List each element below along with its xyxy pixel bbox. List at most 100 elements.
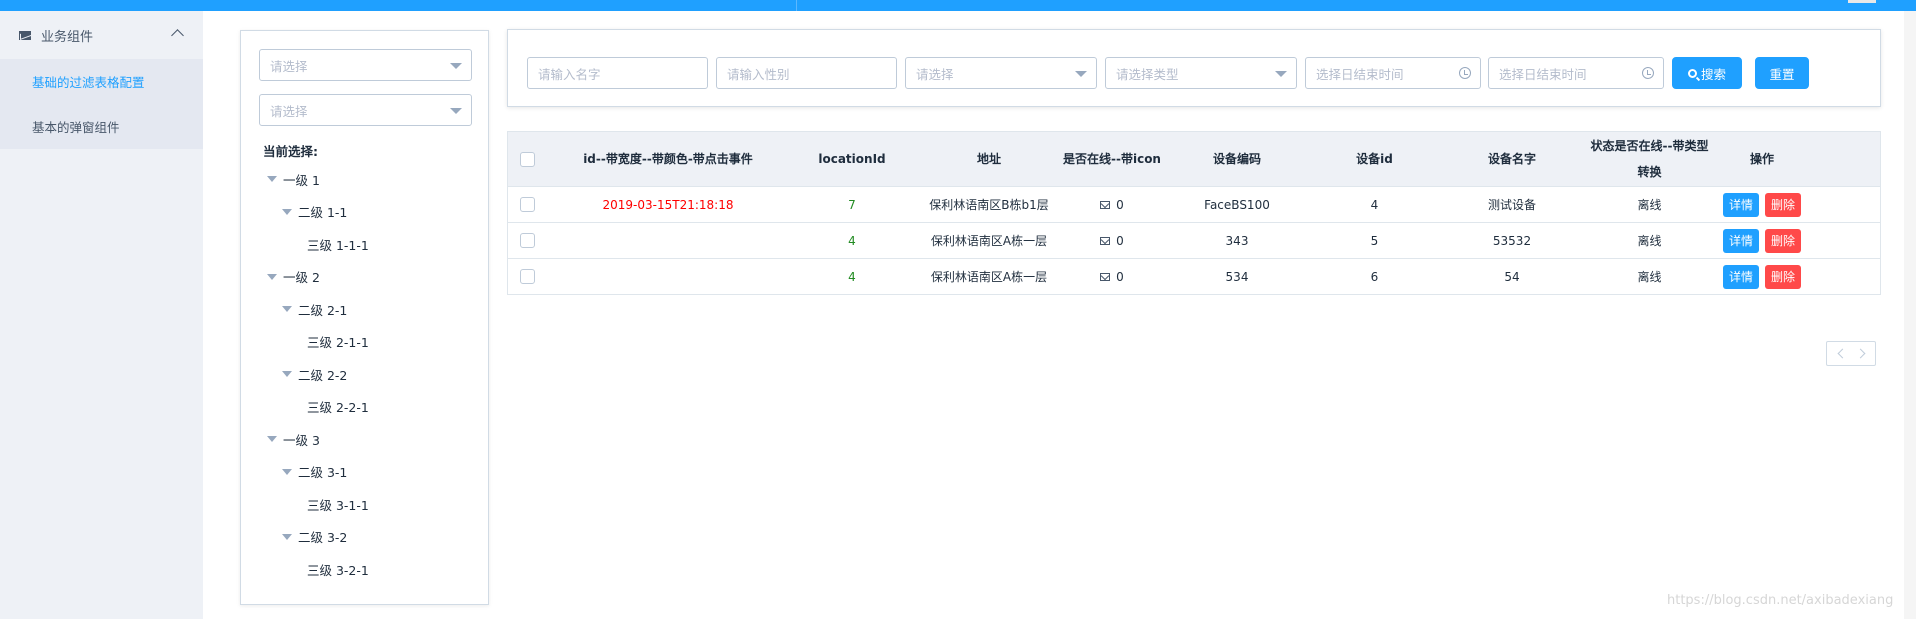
cell-location-id: 4 xyxy=(848,233,856,248)
detail-button[interactable]: 详情 xyxy=(1722,228,1759,253)
caret-down-icon[interactable] xyxy=(282,533,292,540)
row-checkbox[interactable] xyxy=(520,233,535,248)
tree-node[interactable]: 一级 1 xyxy=(263,163,369,196)
tree: 一级 1 二级 1-1 三级 1-1-1 一级 2 二级 2-1 三级 2-1-… xyxy=(263,163,369,586)
row-select-cell xyxy=(508,259,548,294)
reset-button[interactable]: 重置 xyxy=(1755,57,1809,89)
cell-online: 0 xyxy=(1062,187,1162,222)
tree-node-label: 二级 2-2 xyxy=(298,367,348,383)
caret-down-icon[interactable] xyxy=(282,468,292,475)
cell-device-id: 5 xyxy=(1370,233,1379,248)
chevron-right-icon[interactable] xyxy=(1855,348,1865,359)
cell-code: FaceBS100 xyxy=(1204,197,1270,212)
caret-down-icon[interactable] xyxy=(282,208,292,215)
row-checkbox[interactable] xyxy=(520,269,535,284)
cell-id[interactable]: 2019-03-15T21:18:18 xyxy=(548,187,788,222)
header-address[interactable]: 地址 xyxy=(916,132,1062,186)
cell-code: 534 xyxy=(1225,269,1249,284)
cell-id[interactable] xyxy=(548,223,788,258)
header-location-id[interactable]: locationId xyxy=(788,132,916,186)
tree-node[interactable]: 一级 3 xyxy=(263,423,369,456)
cell-online: 0 xyxy=(1062,223,1162,258)
sidebar-item-filter-table[interactable]: 基础的过滤表格配置 xyxy=(0,59,203,104)
tree-node-label: 一级 2 xyxy=(283,270,320,286)
tree-select-1[interactable]: 请选择 xyxy=(259,49,472,81)
tree-node-label: 一级 1 xyxy=(283,172,320,188)
table-row[interactable]: 4 保利林语南区A栋一层 0 534 6 54 离线 详情 删除 xyxy=(508,259,1880,295)
cell-id[interactable] xyxy=(548,259,788,294)
tree-node[interactable]: 二级 1-1 xyxy=(263,196,369,229)
row-checkbox[interactable] xyxy=(520,197,535,212)
caret-down-icon[interactable] xyxy=(267,273,277,280)
sidebar-group-header[interactable]: 业务组件 xyxy=(0,11,203,59)
caret-down-icon xyxy=(450,63,462,69)
header-id[interactable]: id--带宽度--带颜色-带点击事件 xyxy=(548,132,788,186)
tree-node[interactable]: 二级 2-1 xyxy=(263,293,369,326)
tree-node-label: 二级 2-1 xyxy=(298,302,348,318)
search-button[interactable]: 搜索 xyxy=(1672,57,1742,89)
tree-node[interactable]: 三级 2-1-1 xyxy=(263,326,369,359)
end-date-picker-1[interactable]: 选择日结束时间 xyxy=(1305,57,1481,89)
cell-actions: 详情 删除 xyxy=(1712,187,1812,222)
caret-down-icon[interactable] xyxy=(267,176,277,183)
end-date-picker-2[interactable]: 选择日结束时间 xyxy=(1488,57,1664,89)
tree-node[interactable]: 二级 3-1 xyxy=(263,456,369,489)
sidebar-submenu: 基础的过滤表格配置 基本的弹窗组件 xyxy=(0,59,203,149)
cell-online: 0 xyxy=(1062,259,1162,294)
mail-icon xyxy=(1100,200,1111,209)
tree-node[interactable]: 二级 3-2 xyxy=(263,521,369,554)
tree-select-1-placeholder: 请选择 xyxy=(270,58,308,74)
device-table: id--带宽度--带颜色-带点击事件 locationId 地址 是否在线--带… xyxy=(507,131,1881,295)
sidebar-item-dialog[interactable]: 基本的弹窗组件 xyxy=(0,104,203,149)
cell-code: 343 xyxy=(1225,233,1249,248)
tree-node[interactable]: 三级 2-2-1 xyxy=(263,391,369,424)
tree-node[interactable]: 二级 2-2 xyxy=(263,358,369,391)
select-all-checkbox[interactable] xyxy=(520,151,535,167)
tree-select-2[interactable]: 请选择 xyxy=(259,94,472,126)
row-select-cell xyxy=(508,187,548,222)
filter-bar: 请输入名字 请输入性别 请选择 请选择类型 选择日结束时间 选择日结束时间 搜索… xyxy=(507,29,1881,107)
table-header: id--带宽度--带颜色-带点击事件 locationId 地址 是否在线--带… xyxy=(508,132,1880,187)
header-online[interactable]: 是否在线--带icon xyxy=(1062,132,1162,186)
cell-location-id: 7 xyxy=(848,197,856,212)
end-date-picker-1-placeholder: 选择日结束时间 xyxy=(1316,66,1404,82)
cell-location-id: 4 xyxy=(848,269,856,284)
select-dropdown-placeholder: 请选择 xyxy=(916,66,954,82)
caret-down-icon[interactable] xyxy=(282,371,292,378)
header-status[interactable]: 状态是否在线--带类型转换 xyxy=(1587,132,1712,186)
chevron-left-icon[interactable] xyxy=(1837,348,1847,359)
name-input[interactable]: 请输入名字 xyxy=(527,57,708,89)
caret-down-icon[interactable] xyxy=(282,306,292,313)
end-date-picker-2-placeholder: 选择日结束时间 xyxy=(1499,66,1587,82)
pagination xyxy=(1826,341,1876,366)
delete-button[interactable]: 删除 xyxy=(1765,264,1802,289)
select-dropdown[interactable]: 请选择 xyxy=(905,57,1097,89)
cell-address: 保利林语南区B栋b1层 xyxy=(929,198,1049,212)
vertical-scrollbar[interactable] xyxy=(1904,11,1916,619)
clock-icon xyxy=(1459,67,1471,79)
cell-actions: 详情 删除 xyxy=(1712,223,1812,258)
delete-button[interactable]: 删除 xyxy=(1765,192,1802,217)
cell-device-name: 53532 xyxy=(1492,233,1532,248)
header-code[interactable]: 设备编码 xyxy=(1162,132,1312,186)
cell-device-id: 6 xyxy=(1370,269,1379,284)
header-device-name[interactable]: 设备名字 xyxy=(1437,132,1587,186)
gender-input[interactable]: 请输入性别 xyxy=(716,57,897,89)
table-row[interactable]: 4 保利林语南区A栋一层 0 343 5 53532 离线 详情 删除 xyxy=(508,223,1880,259)
table-row[interactable]: 2019-03-15T21:18:18 7 保利林语南区B栋b1层 0 Face… xyxy=(508,187,1880,223)
caret-down-icon xyxy=(1075,71,1087,77)
header-device-id[interactable]: 设备id xyxy=(1312,132,1437,186)
tree-node[interactable]: 三级 3-2-1 xyxy=(263,553,369,586)
reset-button-label: 重置 xyxy=(1769,66,1795,82)
tree-node-label: 三级 3-2-1 xyxy=(307,562,369,578)
online-value: 0 xyxy=(1116,233,1124,248)
type-dropdown[interactable]: 请选择类型 xyxy=(1105,57,1297,89)
tree-select-2-placeholder: 请选择 xyxy=(270,103,308,119)
tree-node[interactable]: 一级 2 xyxy=(263,261,369,294)
delete-button[interactable]: 删除 xyxy=(1765,228,1802,253)
caret-down-icon[interactable] xyxy=(267,436,277,443)
detail-button[interactable]: 详情 xyxy=(1722,264,1759,289)
detail-button[interactable]: 详情 xyxy=(1722,192,1759,217)
tree-node[interactable]: 三级 3-1-1 xyxy=(263,488,369,521)
tree-node[interactable]: 三级 1-1-1 xyxy=(263,228,369,261)
